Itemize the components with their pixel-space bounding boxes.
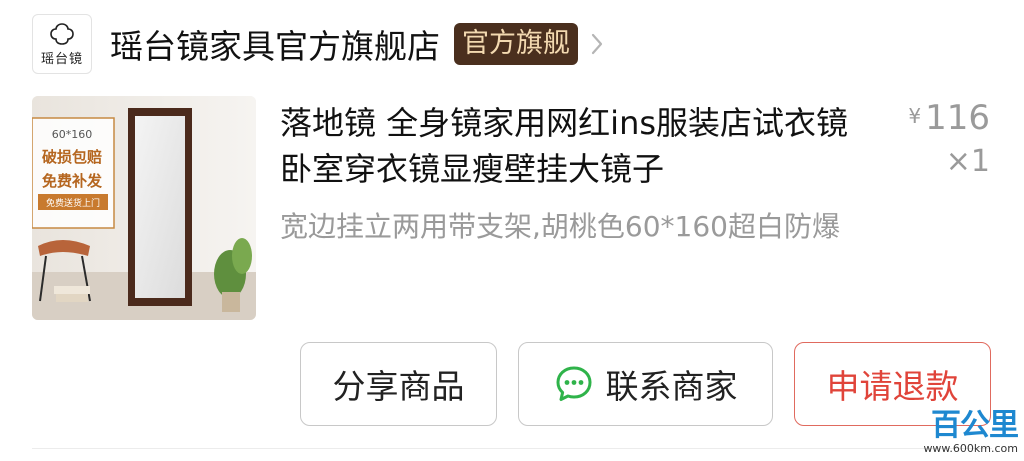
store-header[interactable]: 瑶台镜 瑶台镜家具官方旗舰店 官方旗舰 <box>32 14 692 74</box>
store-logo-text: 瑶台镜 <box>40 51 83 67</box>
image-promo-line1: 破损包赔 <box>42 148 102 166</box>
request-refund-label: 申请退款 <box>826 367 959 406</box>
product-photo: 60*160 破损包赔 免费补发 免费送货上门 <box>32 96 256 320</box>
chat-bubble-icon <box>556 366 591 401</box>
contact-seller-label: 联系商家 <box>605 367 738 406</box>
bottom-divider <box>32 448 992 449</box>
image-ribbon-text: 免费送货上门 <box>46 197 100 209</box>
product-title[interactable]: 落地镜 全身镜家用网红ins服装店试衣镜卧室穿衣镜显瘦壁挂大镜子 <box>280 100 880 192</box>
store-name[interactable]: 瑶台镜家具官方旗舰店 <box>110 20 440 68</box>
product-thumbnail[interactable]: 60*160 破损包赔 免费补发 免费送货上门 <box>32 96 256 320</box>
currency-symbol: ¥ <box>908 104 922 128</box>
product-price: ¥116 <box>908 98 990 138</box>
mirror-logo-icon <box>50 22 74 45</box>
watermark-brand: 百公里 <box>931 408 1019 443</box>
price-value: 116 <box>925 98 990 138</box>
chevron-right-icon[interactable] <box>590 32 604 56</box>
product-quantity: ×1 <box>945 144 990 179</box>
share-product-button[interactable]: 分享商品 <box>300 342 497 426</box>
store-logo: 瑶台镜 <box>32 14 92 74</box>
contact-seller-button[interactable]: 联系商家 <box>518 342 773 426</box>
product-sku-spec: 宽边挂立两用带支架,胡桃色60*160超白防爆 <box>280 210 840 243</box>
share-product-label: 分享商品 <box>332 367 465 406</box>
image-size-label: 60*160 <box>52 128 93 141</box>
official-store-badge: 官方旗舰 <box>454 23 578 65</box>
watermark-url: www.600km.com <box>923 442 1018 455</box>
image-promo-line2: 免费补发 <box>42 172 103 190</box>
site-watermark: 百公里 www.600km.com <box>890 408 1019 458</box>
